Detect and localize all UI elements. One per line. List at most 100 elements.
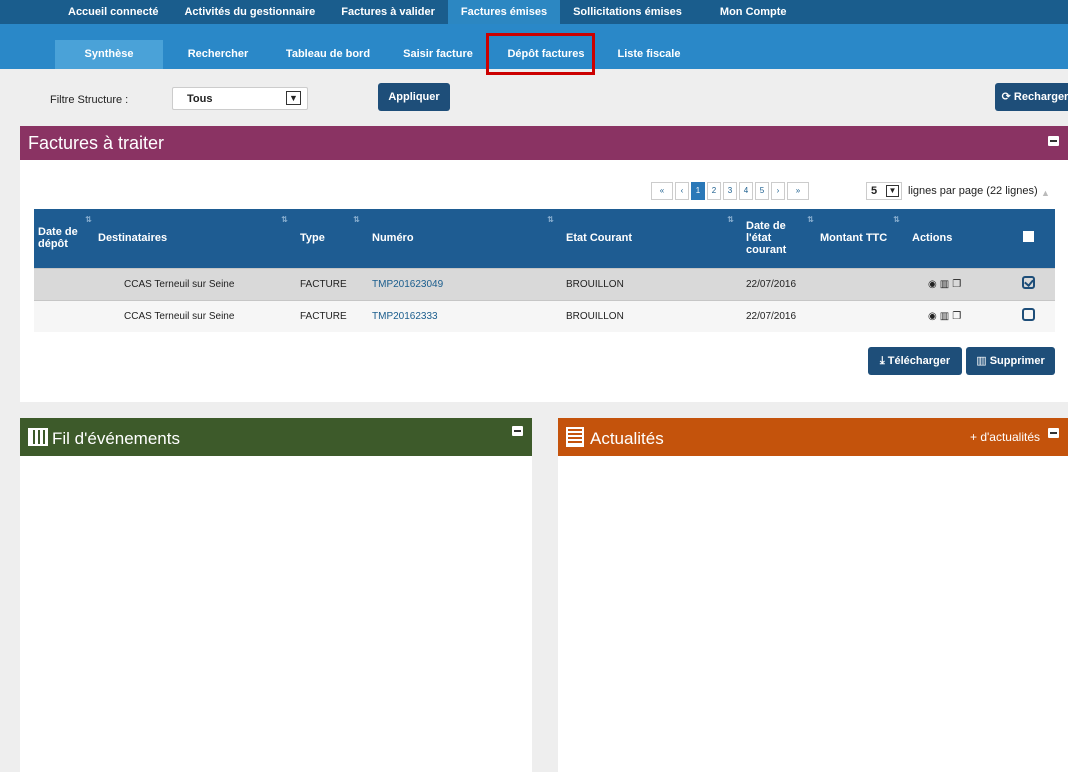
filter-label: Filtre Structure : [50, 94, 129, 106]
download-label: Télécharger [887, 355, 951, 367]
chevron-down-icon: ▼ [286, 91, 301, 105]
col-date-etat[interactable]: Date de l'état courant ⇅ [742, 209, 816, 268]
first-page-icon[interactable]: « [651, 182, 673, 200]
last-page-icon[interactable]: » [787, 182, 809, 200]
highlight-frame [486, 33, 595, 75]
subnav-liste-fiscale[interactable]: Liste fiscale [599, 40, 699, 69]
col-label: Numéro [372, 232, 414, 245]
nav-factures-a-valider[interactable]: Factures à valider [328, 0, 448, 24]
nav-mon-compte[interactable]: Mon Compte [695, 0, 800, 24]
col-type[interactable]: Type ⇅ [296, 209, 368, 268]
cell-actions: ◉▥❐ [908, 299, 1002, 332]
subnav-saisir-facture[interactable]: Saisir facture [383, 40, 493, 69]
sort-icon: ⇅ [727, 215, 734, 224]
events-panel: Fil d'événements [20, 418, 532, 772]
nav-sollicitations[interactable]: Sollicitations émises [560, 0, 695, 24]
trash-icon: ▥ [976, 355, 990, 367]
cell-destinataire: CCAS Terneuil sur Seine [94, 267, 296, 300]
cell-montant [816, 299, 908, 332]
eye-icon[interactable]: ◉ [928, 311, 940, 322]
cell-numero-link[interactable]: TMP201623049 [368, 267, 562, 300]
per-page-value: 5 [871, 185, 878, 197]
cell-date-etat: 22/07/2016 [742, 267, 816, 300]
cell-date-depot [34, 267, 94, 300]
row-checkbox[interactable] [1022, 276, 1035, 289]
next-page-icon[interactable]: › [771, 182, 785, 200]
news-panel-title: Actualités [590, 429, 664, 448]
eye-icon[interactable]: ◉ [928, 279, 940, 290]
nav-factures-emises[interactable]: Factures émises [447, 0, 561, 24]
col-numero[interactable]: Numéro ⇅ [368, 209, 562, 268]
copy-icon[interactable]: ❐ [952, 279, 964, 290]
news-panel: Actualités + d'actualités [558, 418, 1068, 772]
cell-etat: BROUILLON [562, 267, 742, 300]
more-news-link[interactable]: + d'actualités [970, 430, 1040, 444]
subnav-synthese[interactable]: Synthèse [55, 40, 163, 69]
per-page-select[interactable]: 5 ▼ [866, 182, 902, 200]
cell-etat: BROUILLON [562, 299, 742, 332]
main-nav: Accueil connecté Activités du gestionnai… [0, 0, 1068, 24]
table-row[interactable]: CCAS Terneuil sur Seine FACTURE TMP20162… [34, 267, 1055, 300]
col-actions: Actions [908, 209, 1002, 268]
reload-label: Recharger [1013, 91, 1068, 103]
cell-date-etat: 22/07/2016 [742, 299, 816, 332]
pagination: « ‹ 1 2 3 4 5 › » [651, 182, 811, 200]
col-label: Date de dépôt [38, 226, 78, 251]
col-label: Destinataires [98, 232, 168, 245]
sort-icon: ⇅ [547, 215, 554, 224]
nav-accueil[interactable]: Accueil connecté [55, 0, 171, 24]
prev-page-icon[interactable]: ‹ [675, 182, 689, 200]
scroll-up-icon[interactable]: ▲ [1041, 188, 1050, 198]
refresh-icon: ⟳ [1001, 91, 1014, 103]
subnav-rechercher[interactable]: Rechercher [163, 40, 273, 69]
trash-icon[interactable]: ▥ [940, 311, 952, 322]
col-etat-courant[interactable]: Etat Courant ⇅ [562, 209, 742, 268]
delete-label: Supprimer [989, 355, 1045, 367]
trash-icon[interactable]: ▥ [940, 279, 952, 290]
cell-actions: ◉▥❐ [908, 267, 1002, 300]
nav-activites[interactable]: Activités du gestionnaire [171, 0, 328, 24]
cell-type: FACTURE [296, 299, 368, 332]
copy-icon[interactable]: ❐ [952, 311, 964, 322]
structure-select[interactable]: Tous ▼ [172, 87, 308, 110]
newspaper-icon [566, 427, 584, 447]
sort-icon: ⇅ [281, 215, 288, 224]
per-page-control: 5 ▼ lignes par page (22 lignes) [866, 182, 1038, 200]
cell-select [1002, 299, 1055, 332]
apply-button[interactable]: Appliquer [378, 83, 450, 111]
cell-destinataire: CCAS Terneuil sur Seine [94, 299, 296, 332]
col-destinataires[interactable]: Destinataires ⇅ [94, 209, 296, 268]
invoices-panel-title: Factures à traiter [20, 126, 1068, 160]
page-4[interactable]: 4 [739, 182, 753, 200]
cell-date-depot [34, 299, 94, 332]
table-row[interactable]: CCAS Terneuil sur Seine FACTURE TMP20162… [34, 299, 1055, 332]
collapse-icon[interactable] [1048, 136, 1059, 146]
sort-icon: ⇅ [893, 215, 900, 224]
page-5[interactable]: 5 [755, 182, 769, 200]
page-2[interactable]: 2 [707, 182, 721, 200]
col-label: Etat Courant [566, 232, 632, 245]
row-checkbox[interactable] [1022, 308, 1035, 322]
invoices-table: Date de dépôt ⇅ Destinataires ⇅ Type ⇅ Numé… [34, 209, 1055, 332]
col-select-all[interactable] [1002, 209, 1055, 268]
per-page-text: lignes par page (22 lignes) [908, 185, 1038, 197]
reload-button[interactable]: ⟳ Recharger [995, 83, 1068, 111]
cell-type: FACTURE [296, 267, 368, 300]
subnav-tableau-de-bord[interactable]: Tableau de bord [273, 40, 383, 69]
page-1[interactable]: 1 [691, 182, 705, 200]
col-date-depot[interactable]: Date de dépôt ⇅ [34, 209, 94, 268]
collapse-icon[interactable] [512, 426, 523, 436]
delete-button[interactable]: ▥ Supprimer [966, 347, 1055, 375]
cell-montant [816, 267, 908, 300]
cell-select [1002, 267, 1055, 300]
cell-numero-link[interactable]: TMP20162333 [368, 299, 562, 332]
events-panel-header: Fil d'événements [20, 418, 532, 456]
collapse-icon[interactable] [1048, 428, 1059, 438]
col-label: Date de l'état courant [746, 220, 787, 257]
page-3[interactable]: 3 [723, 182, 737, 200]
sort-icon: ⇅ [807, 215, 814, 224]
col-montant[interactable]: Montant TTC ⇅ [816, 209, 908, 268]
select-all-checkbox[interactable] [1023, 231, 1034, 243]
download-button[interactable]: ⤓ Télécharger [868, 347, 962, 375]
